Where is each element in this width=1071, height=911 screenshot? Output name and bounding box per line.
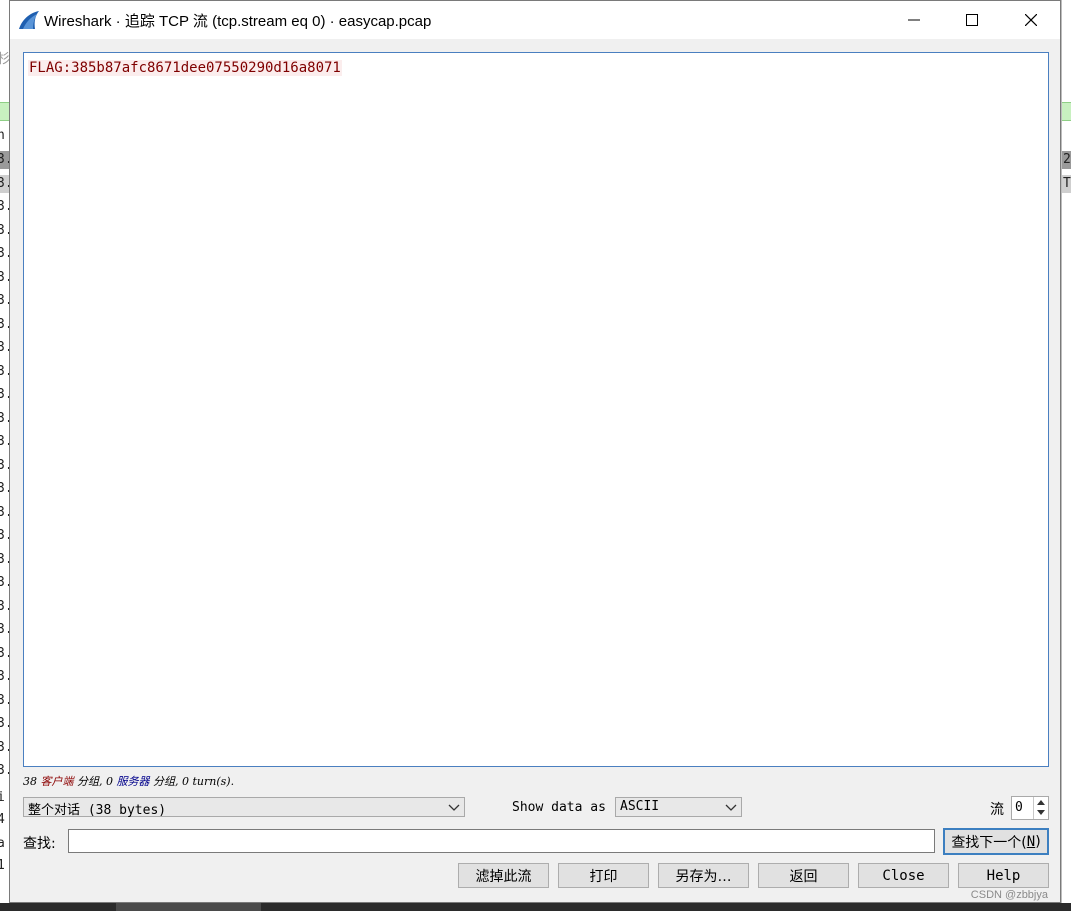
print-button[interactable]: 打印	[558, 863, 649, 888]
turns-count: 0 turn(s).	[182, 775, 235, 788]
stream-index-value: 0	[1015, 800, 1023, 815]
close-window-button[interactable]	[1002, 1, 1060, 39]
maximize-button[interactable]	[943, 1, 1001, 39]
title-bar: Wireshark · 追踪 TCP 流 (tcp.stream eq 0) ·…	[10, 1, 1060, 39]
show-data-select[interactable]: ASCII	[615, 797, 742, 817]
conversation-select[interactable]: 整个对话 (38 bytes)	[23, 797, 465, 818]
close-icon	[1025, 14, 1037, 26]
spinbox-buttons[interactable]	[1033, 797, 1048, 819]
follow-tcp-stream-dialog: Wireshark · 追踪 TCP 流 (tcp.stream eq 0) ·…	[9, 0, 1061, 903]
stream-index-spinbox[interactable]: 0	[1011, 796, 1049, 820]
save-as-button[interactable]: 另存为…	[658, 863, 749, 888]
bg-text: 4	[0, 812, 5, 827]
spin-up-icon[interactable]	[1037, 800, 1045, 805]
background-window-right-edge: 2 T	[1061, 0, 1071, 911]
show-data-select-value: ASCII	[620, 799, 660, 814]
close-button[interactable]: Close	[858, 863, 949, 888]
minimize-icon	[908, 19, 920, 21]
bg-text: 1	[0, 858, 5, 873]
chevron-down-icon	[725, 804, 737, 811]
stream-content-area[interactable]: FLAG:385b87afc8671dee07550290d16a8071	[23, 52, 1049, 767]
client-packet-count: 38	[23, 775, 37, 788]
minimize-button[interactable]	[885, 1, 943, 39]
stream-stats: 38 客户端 分组, 0 服务器 分组, 0 turn(s).	[23, 773, 234, 789]
show-data-label: Show data as	[512, 800, 606, 815]
bg-text: a	[0, 836, 5, 851]
maximize-icon	[966, 14, 978, 26]
find-next-button[interactable]: 查找下一个(N)	[943, 828, 1049, 855]
back-button[interactable]: 返回	[758, 863, 849, 888]
client-label: 客户端	[40, 775, 74, 788]
stream-index-label: 流	[990, 802, 1004, 818]
taskbar-item	[116, 903, 261, 911]
bg-text: n	[0, 128, 5, 143]
find-next-close: )	[1035, 833, 1041, 850]
client-stream-text: FLAG:385b87afc8671dee07550290d16a8071	[28, 60, 342, 76]
watermark: CSDN @zbbjya	[970, 889, 1048, 901]
bg-text: i	[0, 790, 5, 805]
find-input[interactable]	[68, 829, 935, 853]
spin-down-icon[interactable]	[1037, 810, 1045, 815]
find-label: 查找:	[23, 836, 56, 852]
conversation-select-value: 整个对话 (38 bytes)	[28, 803, 167, 818]
bg-text: T	[1063, 176, 1071, 191]
chevron-down-icon	[448, 804, 460, 811]
bg-toolbar-strip	[1062, 102, 1071, 121]
find-next-shortcut: N	[1026, 833, 1036, 850]
server-packet-count: 0	[106, 775, 113, 788]
help-button[interactable]: Help	[958, 863, 1049, 888]
wireshark-fin-icon	[19, 11, 39, 29]
server-suffix: 分组,	[153, 775, 179, 788]
window-title: Wireshark · 追踪 TCP 流 (tcp.stream eq 0) ·…	[44, 13, 432, 30]
find-next-label: 查找下一个(	[951, 834, 1027, 851]
filter-out-stream-button[interactable]: 滤掉此流	[458, 863, 549, 888]
client-suffix: 分组,	[77, 775, 103, 788]
server-label: 服务器	[116, 775, 150, 788]
bg-text: 2	[1063, 152, 1071, 167]
bg-toolbar-strip	[0, 102, 9, 121]
